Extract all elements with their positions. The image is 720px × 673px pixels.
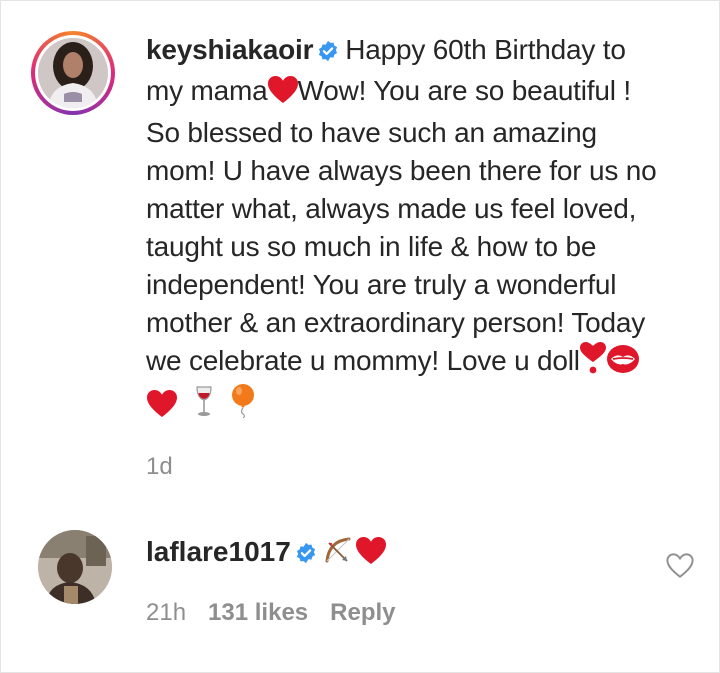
comment-text: laflare1017 — [146, 533, 387, 575]
verified-badge-icon — [295, 536, 317, 574]
caption-line: taught us so much in life & how to be — [146, 231, 597, 262]
heart-emoji — [146, 390, 178, 428]
heart-emoji — [267, 76, 298, 114]
comment-meta: 21h 131 likes Reply — [146, 599, 418, 627]
bow-and-arrow-emoji — [323, 535, 353, 575]
heart-exclamation-emoji — [579, 342, 606, 384]
caption-line: mother & an extraordinary person! Today — [146, 307, 646, 338]
verified-badge-icon — [317, 34, 339, 72]
comment-time-ago: 21h — [146, 599, 187, 626]
reply-button[interactable]: Reply — [330, 599, 395, 626]
story-ring-avatar[interactable] — [31, 31, 115, 115]
caption-emoji-row — [146, 384, 711, 428]
kiss-mark-emoji — [606, 344, 640, 384]
caption-line: mom! U have always been there for us no — [146, 155, 657, 186]
caption-time-ago: 1d — [146, 453, 173, 480]
caption-line: matter what, always made us feel loved, — [146, 193, 637, 224]
heart-emoji — [355, 537, 387, 575]
comment-likes-count[interactable]: 131 likes — [208, 599, 308, 626]
caption-line: Happy 60th Birthday to — [345, 34, 626, 65]
caption-username[interactable]: keyshiakaoir — [146, 34, 313, 65]
caption-text: keyshiakaoir Happy 60th Birthday to my ma… — [146, 31, 711, 428]
caption-line: Wow! You are so beautiful ! — [297, 75, 632, 106]
caption-line: independent! You are truly a wonderful — [146, 269, 617, 300]
like-heart-icon[interactable] — [666, 552, 694, 580]
caption-line: we celebrate u mommy! Love u doll — [146, 345, 580, 376]
caption-line: my mama — [146, 75, 268, 106]
avatar[interactable] — [38, 530, 112, 604]
comment-panel: keyshiakaoir Happy 60th Birthday to my ma… — [0, 0, 720, 673]
wine-glass-emoji — [194, 386, 214, 428]
avatar — [38, 38, 108, 108]
caption-line: So blessed to have such an amazing — [146, 117, 597, 148]
comment-username[interactable]: laflare1017 — [146, 536, 291, 567]
balloon-emoji — [231, 384, 255, 428]
